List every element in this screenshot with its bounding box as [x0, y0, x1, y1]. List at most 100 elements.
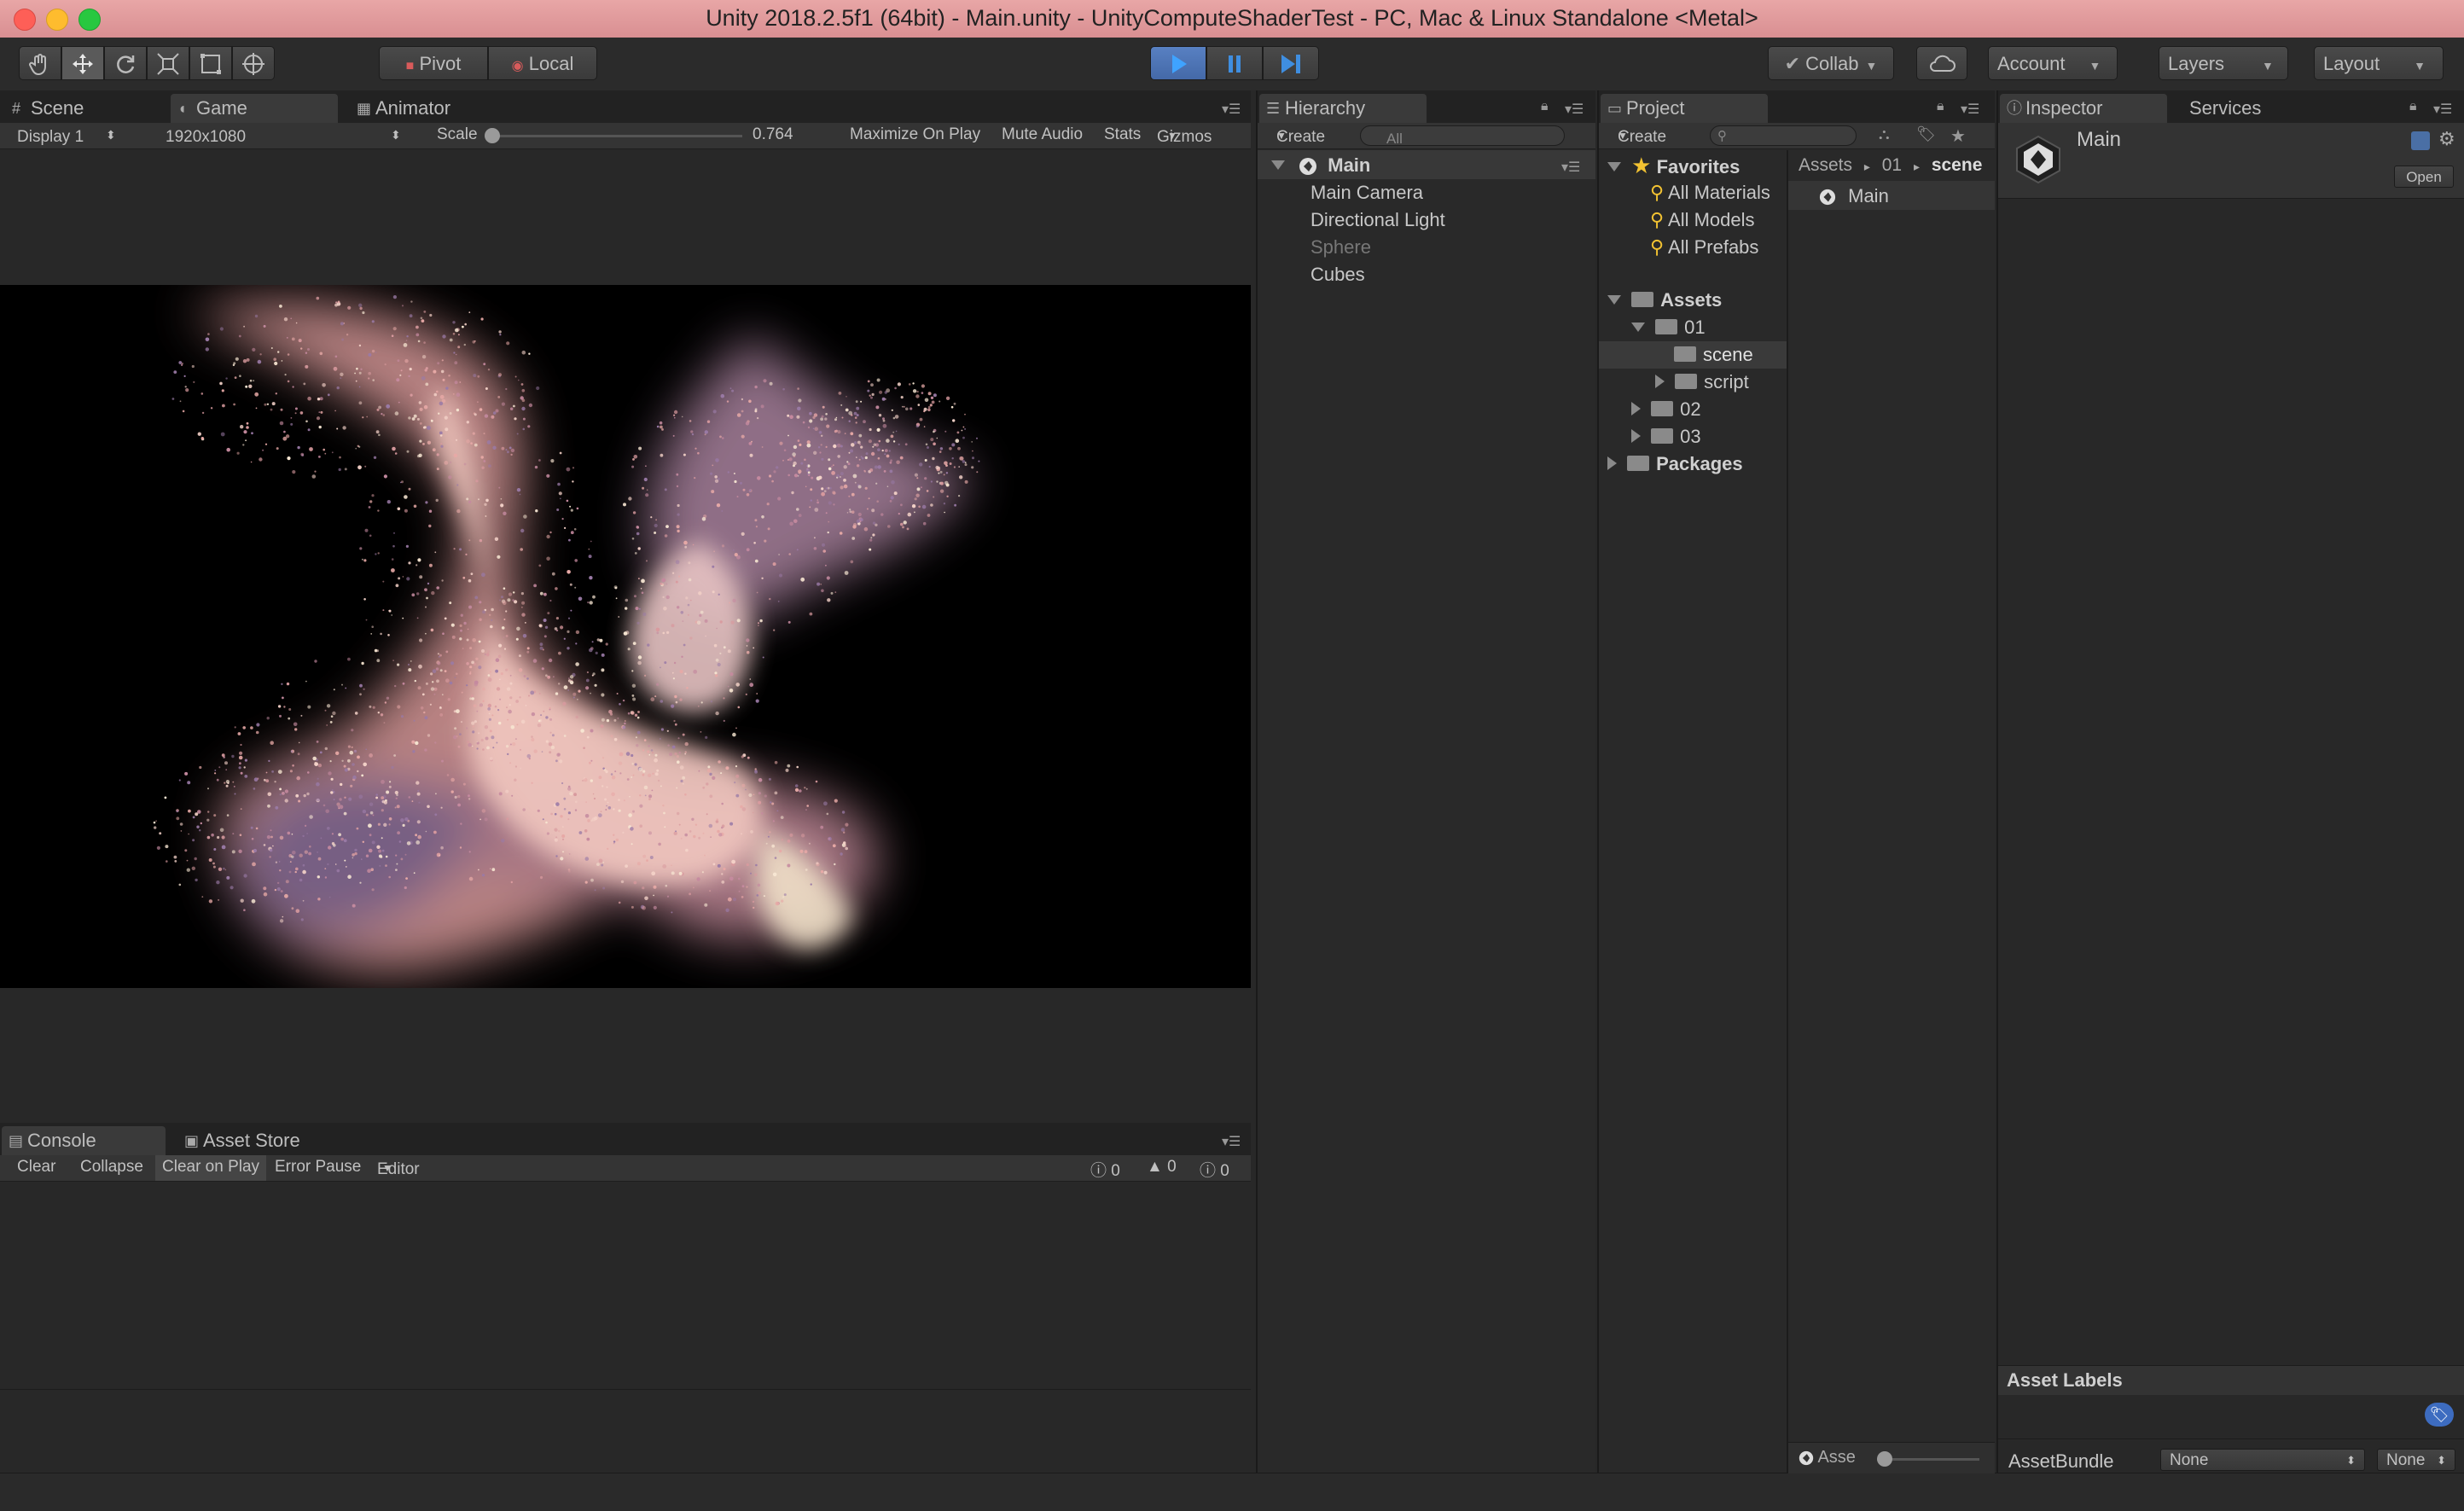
- error-pause-button[interactable]: Error Pause: [275, 1158, 361, 1177]
- hierarchy-item-sphere[interactable]: Sphere: [1310, 234, 1371, 261]
- account-dropdown[interactable]: Account ▼: [1988, 46, 2118, 80]
- hierarchy-search-input[interactable]: All: [1360, 125, 1565, 147]
- tree-folder-01[interactable]: 01: [1631, 314, 1706, 341]
- tree-folder-03[interactable]: 03: [1631, 423, 1701, 450]
- open-button[interactable]: Open: [2394, 166, 2454, 188]
- panel-menu-icon[interactable]: ▾☰: [1565, 101, 1584, 118]
- main-toolbar: ■ Pivot ◉ Local ✔ Collab ▼ Account ▼ Layer…: [0, 38, 2464, 90]
- panel-menu-icon[interactable]: ▾☰: [1961, 101, 1979, 118]
- help-book-icon[interactable]: [2411, 131, 2430, 150]
- favorite-all-models[interactable]: ⚲ All Models: [1650, 206, 1755, 234]
- breadcrumb-scene[interactable]: scene: [1932, 155, 1983, 175]
- stats-toggle[interactable]: Stats: [1104, 125, 1141, 144]
- warning-count-toggle[interactable]: ▲ 0: [1147, 1158, 1177, 1177]
- project-create-dropdown[interactable]: Create ▼: [1618, 125, 1666, 146]
- scale-slider-track[interactable]: [486, 135, 742, 137]
- error-count-toggle[interactable]: ⓘ 0: [1200, 1158, 1229, 1181]
- account-label: Account: [1997, 53, 2066, 74]
- tab-project[interactable]: ▭ Project: [1601, 94, 1768, 123]
- project-split-divider[interactable]: [1787, 150, 1788, 1473]
- hierarchy-item-cubes[interactable]: Cubes: [1310, 261, 1365, 288]
- favorites-header[interactable]: ★ Favorites: [1607, 152, 1740, 179]
- maximize-on-play-toggle[interactable]: Maximize On Play: [850, 125, 980, 144]
- panel-menu-icon[interactable]: ▾☰: [2433, 101, 2452, 118]
- tab-game[interactable]: ◖ Game: [171, 94, 338, 123]
- filter-type-icon[interactable]: ⛬: [1879, 125, 1890, 143]
- rotate-tool-button[interactable]: [104, 46, 147, 80]
- project-footer-label: Asse: [1799, 1448, 1856, 1467]
- scale-slider-thumb[interactable]: [485, 128, 500, 143]
- transform-tool-button[interactable]: [232, 46, 275, 80]
- gear-icon[interactable]: ⚙: [2438, 128, 2455, 150]
- game-viewport[interactable]: [0, 285, 1251, 988]
- layout-dropdown[interactable]: Layout ▼: [2314, 46, 2444, 80]
- panel-menu-icon[interactable]: ▾☰: [1222, 1133, 1241, 1150]
- gizmos-dropdown[interactable]: Gizmos ▼: [1157, 125, 1212, 146]
- move-icon: [73, 54, 93, 74]
- resolution-dropdown[interactable]: 1920x1080 ⬍: [166, 125, 401, 146]
- panel-menu-icon[interactable]: ▾☰: [1222, 101, 1241, 118]
- collab-dropdown[interactable]: ✔ Collab ▼: [1768, 46, 1894, 80]
- add-label-tag-icon[interactable]: 🏷︎: [2425, 1403, 2454, 1427]
- tab-console[interactable]: ▤ Console: [2, 1126, 166, 1155]
- hierarchy-item-directional-light[interactable]: Directional Light: [1310, 206, 1445, 234]
- rect-tool-button[interactable]: [189, 46, 232, 80]
- local-toggle[interactable]: ◉ Local: [488, 46, 597, 80]
- clear-button[interactable]: Clear: [17, 1158, 55, 1177]
- scene-menu-icon[interactable]: ▾☰: [1561, 159, 1580, 176]
- scene-row-main[interactable]: Main: [1271, 152, 1370, 179]
- breadcrumb-assets[interactable]: Assets: [1799, 155, 1852, 175]
- favorite-all-materials[interactable]: ⚲ All Materials: [1650, 179, 1770, 206]
- hand-tool-button[interactable]: [19, 46, 61, 80]
- tab-hierarchy[interactable]: ☰ Hierarchy: [1259, 94, 1427, 123]
- inspector-header: Main ⚙ Open: [1998, 123, 2464, 199]
- favorite-all-prefabs[interactable]: ⚲ All Prefabs: [1650, 234, 1758, 261]
- pivot-toggle[interactable]: ■ Pivot: [379, 46, 488, 80]
- step-button[interactable]: [1263, 46, 1319, 80]
- layers-dropdown[interactable]: Layers ▼: [2159, 46, 2288, 80]
- editor-dropdown[interactable]: Editor ▼: [377, 1158, 420, 1178]
- breadcrumb-01[interactable]: 01: [1882, 155, 1902, 175]
- pause-button[interactable]: [1206, 46, 1263, 80]
- tree-folder-02[interactable]: 02: [1631, 396, 1701, 423]
- mute-audio-toggle[interactable]: Mute Audio: [1002, 125, 1083, 144]
- lock-icon[interactable]: 🔒︎: [1937, 99, 1944, 114]
- scale-tool-button[interactable]: [147, 46, 189, 80]
- tab-animator[interactable]: ▦ Animator: [350, 94, 520, 123]
- move-tool-button[interactable]: [61, 46, 104, 80]
- status-bar: [0, 1473, 2464, 1511]
- play-button[interactable]: [1150, 46, 1206, 80]
- pivot-label: Pivot: [419, 53, 462, 74]
- tab-services[interactable]: Services: [2174, 94, 2310, 123]
- icon-size-slider-track[interactable]: [1877, 1458, 1979, 1461]
- lock-icon[interactable]: 🔒︎: [1541, 99, 1549, 114]
- hierarchy-item-main-camera[interactable]: Main Camera: [1310, 179, 1423, 206]
- assetbundle-variant-dropdown[interactable]: None ⬍: [2377, 1449, 2455, 1471]
- hierarchy-create-dropdown[interactable]: Create ▼: [1276, 125, 1325, 146]
- tree-folder-scene[interactable]: scene: [1674, 341, 1753, 369]
- project-search-input[interactable]: ⚲: [1710, 125, 1857, 146]
- collapse-button[interactable]: Collapse: [80, 1158, 143, 1177]
- icon-size-slider-thumb[interactable]: [1877, 1451, 1892, 1467]
- breadcrumb-separator-icon: ▸: [1863, 160, 1870, 173]
- assetbundle-dropdown[interactable]: None ⬍: [2160, 1449, 2365, 1471]
- search-icon: ⚲: [1650, 236, 1665, 258]
- inspector-object-name: Main: [2077, 128, 2122, 151]
- updown-icon: ⬍: [2346, 1454, 2356, 1467]
- file-main-scene[interactable]: Main: [1819, 183, 1889, 210]
- favorite-star-icon[interactable]: ★: [1950, 125, 1966, 147]
- unity-scene-icon: [1299, 158, 1317, 176]
- tree-packages[interactable]: Packages: [1607, 450, 1743, 478]
- particle-render: [153, 295, 980, 971]
- tree-assets[interactable]: Assets: [1607, 287, 1722, 314]
- cloud-icon: [1930, 55, 1956, 72]
- tree-folder-script[interactable]: script: [1655, 369, 1749, 396]
- lock-icon[interactable]: 🔒︎: [2409, 99, 2417, 114]
- label-tag-icon[interactable]: 🏷︎: [1916, 125, 1936, 143]
- tab-scene[interactable]: # Scene: [5, 94, 164, 123]
- tab-inspector[interactable]: ⓘ Inspector: [2000, 94, 2167, 123]
- tab-asset-store[interactable]: ▣ Asset Store: [177, 1126, 348, 1155]
- info-count-toggle[interactable]: ⓘ 0: [1090, 1158, 1120, 1181]
- cloud-button[interactable]: [1916, 46, 1967, 80]
- display-dropdown[interactable]: Display 1 ⬍: [17, 125, 116, 146]
